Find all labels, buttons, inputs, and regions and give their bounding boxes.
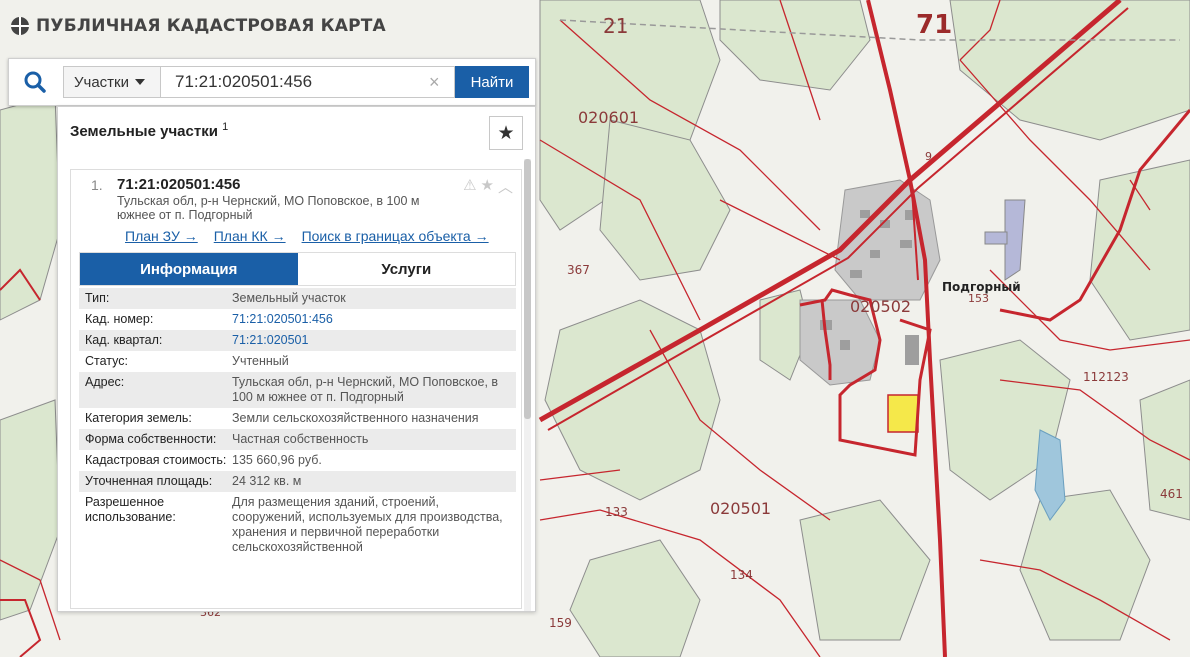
row-label: Кад. квартал:	[85, 333, 163, 347]
row-label: Категория земель:	[85, 411, 192, 425]
app-title-text: ПУБЛИЧНАЯ КАДАСТРОВАЯ КАРТА	[36, 16, 386, 36]
result-actions: ⚠ ★ ︿	[463, 176, 513, 197]
scrollbar[interactable]	[524, 159, 531, 611]
info-row-type: Тип: Земельный участок	[79, 288, 516, 309]
warning-icon[interactable]: ⚠	[463, 176, 476, 197]
quarter-label-020601: 020601	[578, 108, 640, 127]
info-row-area: Уточненная площадь: 24 312 кв. м	[79, 471, 516, 492]
row-label: Статус:	[85, 354, 128, 368]
parcel-number-461: 461	[1160, 487, 1183, 501]
info-row-status: Статус: Учтенный	[79, 351, 516, 372]
search-type-label: Участки	[74, 73, 129, 91]
search-type-select[interactable]: Участки	[63, 66, 161, 98]
info-row-cadastral-value: Кадастровая стоимость: 135 660,96 руб.	[79, 450, 516, 471]
quarter-label-020501: 020501	[710, 499, 772, 518]
parcel-number-9: 9	[925, 150, 932, 163]
quarter-label-112123: 112123	[1083, 370, 1129, 384]
region-number-label: 71	[916, 10, 953, 40]
find-button[interactable]: Найти	[455, 66, 529, 98]
tab-services[interactable]: Услуги	[297, 253, 515, 285]
row-label: Кад. номер:	[85, 312, 154, 326]
star-icon: ★	[497, 122, 515, 144]
parcel-number-367: 367	[567, 263, 590, 277]
parcel-number-134: 134	[730, 568, 753, 582]
info-row-ownership: Форма собственности: Частная собственнос…	[79, 429, 516, 450]
star-icon[interactable]: ★	[481, 176, 494, 197]
panel-title: Земельные участки 1	[70, 121, 228, 140]
info-row-permitted-use: Разрешенное использование: Для размещени…	[79, 492, 516, 558]
row-value: Земли сельскохозяйственного назначения	[232, 411, 479, 425]
row-label: Разрешенное использование:	[85, 495, 176, 524]
plan-kk-link[interactable]: План КК →	[214, 228, 286, 244]
row-label: Тип:	[85, 291, 110, 305]
row-label: Кадастровая стоимость:	[85, 453, 227, 467]
row-value: Тульская обл, р-н Чернский, МО Поповское…	[232, 375, 499, 404]
result-address: Тульская обл, р-н Чернский, МО Поповское…	[117, 194, 420, 222]
search-bar: Участки × Найти	[8, 58, 536, 106]
tab-information[interactable]: Информация	[80, 253, 298, 285]
clear-icon[interactable]: ×	[429, 73, 440, 91]
row-label: Форма собственности:	[85, 432, 217, 446]
row-value: Для размещения зданий, строений, сооруже…	[232, 495, 503, 554]
result-tabs: Информация Услуги	[79, 252, 516, 286]
row-value[interactable]: 71:21:020501:456	[232, 312, 516, 327]
plan-zu-link[interactable]: План ЗУ →	[125, 228, 198, 244]
chevron-up-icon[interactable]: ︿	[498, 176, 513, 197]
row-value: Частная собственность	[232, 432, 369, 446]
panel-title-text: Земельные участки	[70, 123, 218, 140]
info-row-cad-quarter: Кад. квартал: 71:21:020501	[79, 330, 516, 351]
results-count: 1	[222, 121, 229, 133]
info-table: Тип: Земельный участок Кад. номер: 71:21…	[79, 288, 516, 558]
row-value: Учтенный	[232, 354, 289, 368]
row-value[interactable]: 71:21:020501	[232, 333, 516, 348]
favorite-button[interactable]: ★	[489, 116, 523, 150]
row-label: Адрес:	[85, 375, 125, 389]
parcel-number-133: 133	[605, 505, 628, 519]
row-label: Уточненная площадь:	[85, 474, 213, 488]
district-number-label: 21	[603, 14, 629, 38]
search-icon[interactable]	[23, 70, 47, 94]
info-row-address: Адрес: Тульская обл, р-н Чернский, МО По…	[79, 372, 516, 408]
row-value: 135 660,96 руб.	[232, 453, 322, 467]
chevron-down-icon	[135, 79, 145, 85]
quarter-label-020502: 020502	[850, 297, 912, 316]
result-index: 1.	[91, 177, 103, 193]
scrollbar-thumb[interactable]	[524, 159, 531, 419]
result-card: 1. 71:21:020501:456 Тульская обл, р-н Че…	[70, 169, 522, 609]
info-row-cad-number: Кад. номер: 71:21:020501:456	[79, 309, 516, 330]
parcel-number-153: 153	[968, 292, 989, 305]
logo-icon	[11, 17, 29, 35]
result-links: План ЗУ → План КК → Поиск в границах объ…	[125, 228, 489, 244]
app-title: ПУБЛИЧНАЯ КАДАСТРОВАЯ КАРТА	[10, 16, 386, 36]
parcel-number-159: 159	[549, 616, 572, 630]
results-panel: Земельные участки 1 ★ 1. 71:21:020501:45…	[57, 106, 536, 612]
result-cad-number[interactable]: 71:21:020501:456	[117, 176, 240, 193]
search-in-bounds-link[interactable]: Поиск в границах объекта →	[302, 228, 489, 244]
info-row-land-category: Категория земель: Земли сельскохозяйстве…	[79, 408, 516, 429]
row-value: 24 312 кв. м	[232, 474, 302, 488]
row-value: Земельный участок	[232, 291, 346, 305]
search-input[interactable]	[161, 66, 455, 98]
